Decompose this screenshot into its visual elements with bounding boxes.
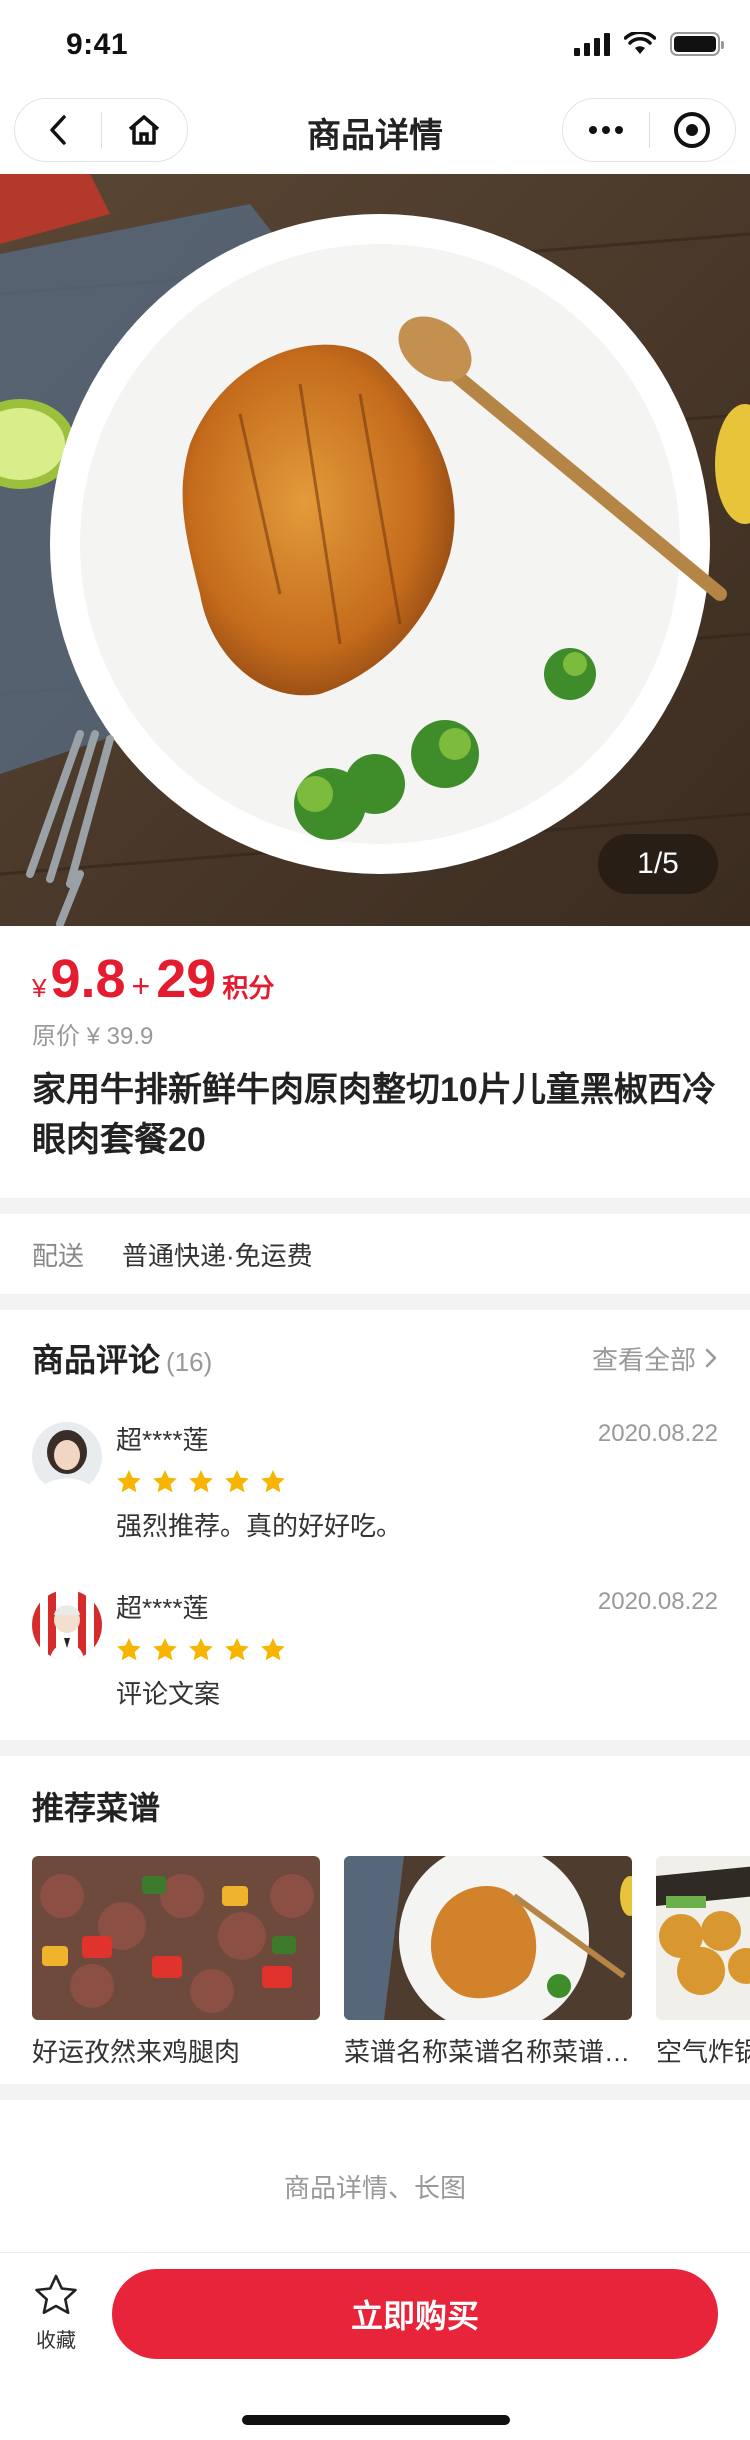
star-icon: [225, 1470, 249, 1493]
status-bar: 9:41: [0, 0, 750, 94]
wifi-icon: [624, 32, 656, 54]
rating-stars: [116, 1637, 718, 1662]
recipes-title: 推荐菜谱: [32, 1790, 161, 1826]
comment-text: 强烈推荐。真的好好吃。: [116, 1511, 403, 1541]
comments-count: (16): [166, 1347, 213, 1377]
image-pager: 1/5: [598, 834, 718, 894]
more-icon: [588, 126, 623, 134]
comment-text: 评论文案: [116, 1679, 221, 1709]
star-icon: [189, 1470, 213, 1493]
star-icon: [261, 1638, 285, 1661]
product-title: 家用牛排新鲜牛肉原肉整切10片儿童黑椒西冷眼肉套餐20: [32, 1071, 716, 1159]
avatar: [32, 1590, 102, 1660]
more-button[interactable]: [563, 98, 649, 162]
recipe-card[interactable]: 好运孜然来鸡腿肉: [32, 1856, 320, 2069]
star-icon: [189, 1638, 213, 1661]
section-divider: [0, 1294, 750, 1310]
close-miniprogram-button[interactable]: [650, 98, 736, 162]
star-outline-icon: [35, 2274, 77, 2315]
points-value: 29: [156, 949, 217, 1009]
recipes-list[interactable]: 好运孜然来鸡腿肉 菜谱名称菜谱名称菜谱名称 空气炸锅: [32, 1856, 750, 2069]
recipe-card[interactable]: 菜谱名称菜谱名称菜谱名称: [344, 1856, 632, 2069]
price-plus: +: [131, 968, 151, 1004]
sale-price: 9.8: [50, 949, 126, 1009]
comments-title: 商品评论 (16): [32, 1335, 212, 1381]
star-icon: [117, 1470, 141, 1493]
star-icon: [261, 1470, 285, 1493]
section-divider: [0, 2084, 750, 2100]
status-icons: [574, 32, 724, 56]
product-image: [0, 174, 750, 926]
comment-item: 超****莲 2020.08.22 评论文案: [32, 1574, 718, 1742]
buy-now-button[interactable]: 立即购买: [112, 2269, 718, 2359]
comment-date: 2020.08.22: [597, 1420, 718, 1447]
nav-bar: 商品详情: [0, 94, 750, 174]
original-price: 原价 ¥ 39.9: [32, 1023, 154, 1050]
section-divider: [0, 1740, 750, 1756]
avatar: [32, 1422, 102, 1492]
recipe-card[interactable]: 空气炸锅: [656, 1856, 750, 2069]
recipe-image: [656, 1856, 750, 2020]
star-icon: [225, 1638, 249, 1661]
home-indicator: [242, 2415, 510, 2425]
target-icon: [674, 112, 711, 148]
favorite-label: 收藏: [36, 2330, 76, 2352]
nav-capsule-right: [562, 98, 736, 162]
signal-icon: [574, 32, 610, 56]
star-icon: [153, 1470, 177, 1493]
delivery-row: 配送 普通快递·免运费: [0, 1214, 750, 1294]
recipe-image: [344, 1856, 632, 2020]
points-label: 积分: [222, 973, 275, 1003]
status-time: 9:41: [66, 28, 129, 61]
price-row: ¥ 9.8 + 29 积分: [32, 948, 718, 1010]
comments-header: 商品评论 (16) 查看全部: [32, 1310, 718, 1406]
chevron-right-icon: [705, 1348, 717, 1368]
comments-title-text: 商品评论: [32, 1342, 161, 1378]
delivery-label: 配送: [32, 1240, 85, 1271]
product-detail-placeholder: 商品详情、长图: [283, 2172, 466, 2203]
recipe-name: 菜谱名称菜谱名称菜谱名称: [344, 2037, 632, 2067]
comment-date: 2020.08.22: [597, 1588, 718, 1615]
favorite-button[interactable]: 收藏: [24, 2273, 88, 2353]
delivery-value: 普通快递·免运费: [122, 1240, 313, 1271]
recipe-image: [32, 1856, 320, 2020]
star-icon: [153, 1638, 177, 1661]
star-icon: [117, 1638, 141, 1661]
currency-symbol: ¥: [32, 973, 47, 1003]
recipe-name: 好运孜然来鸡腿肉: [32, 2037, 241, 2067]
section-divider: [0, 1198, 750, 1214]
recipe-name: 空气炸锅: [656, 2037, 750, 2067]
price-section: ¥ 9.8 + 29 积分 原价 ¥ 39.9 家用牛排新鲜牛肉原肉整切10片儿…: [0, 926, 750, 1198]
view-all-comments-link[interactable]: 查看全部: [592, 1340, 718, 1377]
product-image-carousel[interactable]: 1/5: [0, 174, 750, 926]
view-all-label: 查看全部: [591, 1344, 696, 1375]
comments-section: 商品评论 (16) 查看全部 超****莲 2020.08.22 强烈推荐。真的好…: [0, 1310, 750, 1740]
rating-stars: [116, 1469, 718, 1494]
recommended-recipes: 推荐菜谱 好运孜然来鸡腿肉 菜谱名称菜谱名称菜谱名称 空气炸锅: [0, 1756, 750, 2084]
bottom-action-bar: 收藏 立即购买: [0, 2252, 750, 2440]
battery-icon: [670, 32, 724, 56]
comment-item: 超****莲 2020.08.22 强烈推荐。真的好好吃。: [32, 1406, 718, 1574]
